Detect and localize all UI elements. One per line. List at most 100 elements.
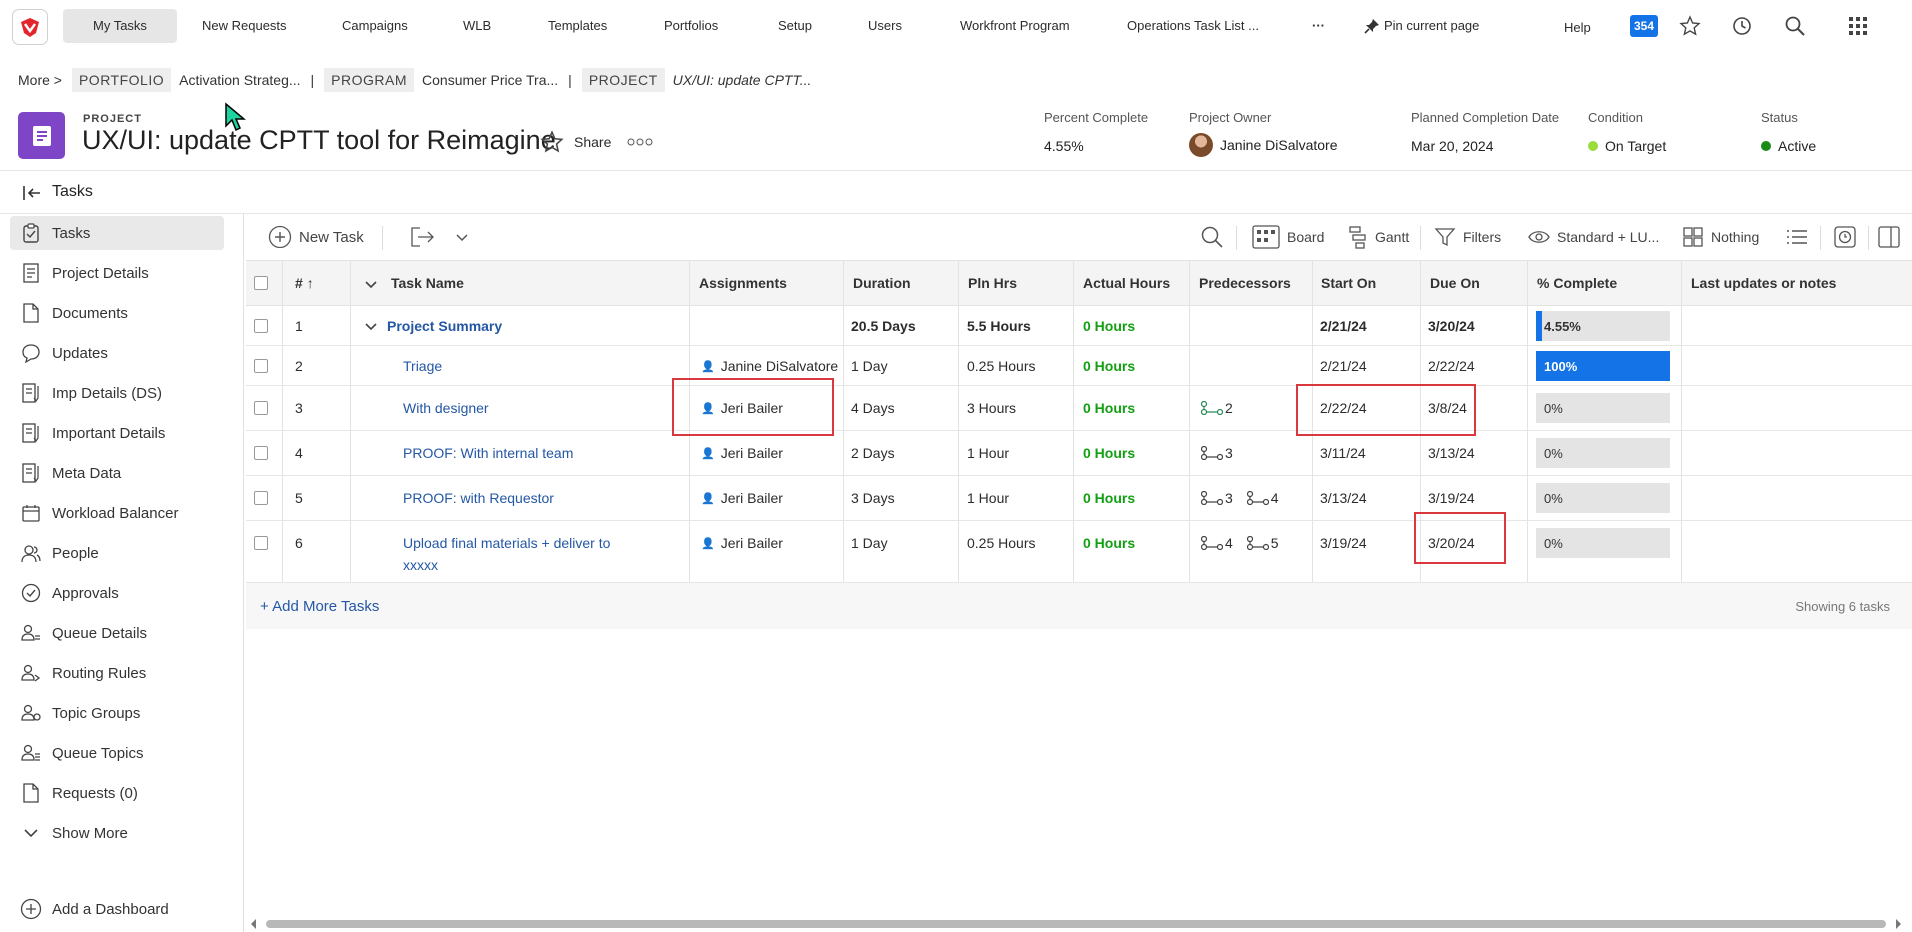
table-row[interactable]: 5 PROOF: with Requestor 👤 Jeri Bailer 3 D… (246, 476, 1912, 521)
table-row[interactable]: 4 PROOF: With internal team 👤 Jeri Bailer… (246, 431, 1912, 476)
sidebar-item-documents[interactable]: Documents (10, 296, 224, 330)
column-header-duration[interactable]: Duration (853, 275, 911, 291)
owner-name[interactable]: Janine DiSalvatore (1220, 137, 1338, 153)
scroll-left-arrow-icon[interactable] (250, 918, 258, 930)
column-header-predecessors[interactable]: Predecessors (1199, 275, 1291, 291)
row-checkbox[interactable] (254, 319, 268, 333)
task-assignee[interactable]: 👤 Jeri Bailer (701, 490, 783, 506)
percent-complete-bar[interactable]: 0% (1536, 393, 1670, 423)
recent-history-icon[interactable] (1729, 13, 1755, 39)
row-checkbox[interactable] (254, 536, 268, 550)
sidebar-item-requests[interactable]: Requests (0) (10, 776, 224, 810)
task-predecessors[interactable]: 4 5 (1201, 535, 1288, 553)
task-predecessors[interactable]: 3 (1201, 445, 1243, 463)
scroll-right-arrow-icon[interactable] (1894, 918, 1902, 930)
sidebar-show-more[interactable]: Show More (10, 816, 224, 850)
collapse-all-chevron-icon[interactable] (364, 279, 378, 291)
nav-wlb[interactable]: WLB (453, 14, 501, 38)
task-start-date[interactable]: 3/13/24 (1320, 490, 1367, 506)
sidebar-item-people[interactable]: People (10, 536, 224, 570)
task-name-link[interactable]: PROOF: With internal team (403, 445, 573, 461)
condition-value[interactable]: On Target (1605, 138, 1666, 154)
column-header-assignments[interactable]: Assignments (699, 275, 787, 291)
column-header-last-updates[interactable]: Last updates or notes (1691, 275, 1836, 291)
task-predecessors[interactable]: 2 (1201, 400, 1243, 418)
breadcrumb-program-link[interactable]: Consumer Price Tra... (422, 72, 558, 88)
percent-complete-bar[interactable]: 0% (1536, 528, 1670, 558)
horizontal-scrollbar[interactable] (266, 920, 1886, 928)
row-checkbox[interactable] (254, 401, 268, 415)
nav-setup[interactable]: Setup (768, 14, 822, 38)
breadcrumb-portfolio-link[interactable]: Activation Strateg... (179, 72, 300, 88)
sidebar-item-topic-groups[interactable]: Topic Groups (10, 696, 224, 730)
percent-complete-bar[interactable]: 0% (1536, 483, 1670, 513)
task-start-date[interactable]: 3/11/24 (1320, 445, 1366, 461)
notification-count-badge[interactable]: 354 (1630, 15, 1658, 37)
app-launcher-grid-icon[interactable] (1845, 13, 1871, 39)
help-link[interactable]: Help (1554, 16, 1601, 40)
task-due-date[interactable]: 2/22/24 (1428, 358, 1475, 374)
favorite-project-star-icon[interactable] (540, 130, 564, 154)
search-icon[interactable] (1782, 13, 1808, 39)
nav-new-requests[interactable]: New Requests (192, 14, 297, 38)
task-due-date[interactable]: 3/19/24 (1428, 490, 1475, 506)
nav-portfolios[interactable]: Portfolios (654, 14, 728, 38)
nav-my-tasks[interactable]: My Tasks (63, 9, 177, 43)
nav-workfront-program[interactable]: Workfront Program (950, 14, 1080, 38)
owner-avatar[interactable] (1189, 133, 1213, 157)
search-tasks-button[interactable] (1200, 224, 1224, 250)
task-name-link[interactable]: Project Summary (387, 318, 502, 334)
task-due-date[interactable]: 3/20/24 (1428, 318, 1475, 334)
task-due-date[interactable]: 3/13/24 (1428, 445, 1475, 461)
pin-current-page-button[interactable]: Pin current page (1354, 14, 1489, 38)
sidebar-item-tasks[interactable]: Tasks (10, 216, 224, 250)
task-start-date[interactable]: 2/21/24 (1320, 358, 1367, 374)
task-predecessors[interactable]: 3 4 (1201, 490, 1288, 508)
task-assignee[interactable]: 👤 Janine DiSalvatore (701, 358, 838, 374)
task-assignee[interactable]: 👤 Jeri Bailer (701, 445, 783, 461)
row-checkbox[interactable] (254, 446, 268, 460)
table-row[interactable]: 6 Upload final materials + deliver to xx… (246, 521, 1912, 583)
list-settings-button[interactable] (1786, 224, 1808, 250)
collapse-chevron-icon[interactable] (364, 321, 378, 333)
task-name-link[interactable]: Triage (403, 358, 442, 374)
nav-more-button[interactable]: ··· (1302, 14, 1335, 38)
column-header-due-on[interactable]: Due On (1430, 275, 1480, 291)
task-name-link[interactable]: PROOF: with Requestor (403, 490, 554, 506)
side-panel-toggle-button[interactable] (1878, 224, 1900, 250)
sidebar-item-workload-balancer[interactable]: Workload Balancer (10, 496, 224, 530)
nav-operations-task-list[interactable]: Operations Task List ... (1117, 14, 1269, 38)
sidebar-item-routing-rules[interactable]: Routing Rules (10, 656, 224, 690)
task-assignee[interactable]: 👤 Jeri Bailer (701, 535, 783, 551)
task-start-date[interactable]: 3/19/24 (1320, 535, 1367, 551)
task-name-link[interactable]: With designer (403, 400, 489, 416)
sidebar-item-important-details[interactable]: Important Details (10, 416, 224, 450)
task-start-date[interactable]: 2/21/24 (1320, 318, 1367, 334)
collapse-sidebar-icon[interactable] (22, 184, 42, 202)
filters-button[interactable]: Filters (1434, 224, 1501, 250)
nav-users[interactable]: Users (858, 14, 912, 38)
table-row[interactable]: 1 Project Summary 20.5 Days 5.5 Hours 0 … (246, 306, 1912, 346)
sidebar-item-queue-details[interactable]: Queue Details (10, 616, 224, 650)
new-task-button[interactable]: New Task (268, 224, 364, 250)
more-options-icon[interactable] (627, 137, 653, 147)
nav-templates[interactable]: Templates (538, 14, 617, 38)
add-dashboard-button[interactable]: Add a Dashboard (10, 892, 224, 926)
column-header-start-on[interactable]: Start On (1321, 275, 1376, 291)
percent-complete-bar[interactable]: 0% (1536, 438, 1670, 468)
share-button[interactable]: Share (574, 134, 611, 150)
gantt-view-button[interactable]: Gantt (1348, 224, 1409, 250)
favorite-star-icon[interactable] (1677, 13, 1703, 39)
percent-complete-bar[interactable]: 100% (1536, 351, 1670, 381)
column-header-percent-complete[interactable]: % Complete (1537, 275, 1617, 291)
board-view-button[interactable]: Board (1252, 224, 1324, 250)
sidebar-item-imp-details-ds[interactable]: Imp Details (DS) (10, 376, 224, 410)
timeline-button[interactable] (1834, 224, 1856, 250)
column-header-pln-hrs[interactable]: Pln Hrs (968, 275, 1017, 291)
column-header-task-name[interactable]: Task Name (391, 275, 464, 291)
add-more-tasks-link[interactable]: + Add More Tasks (260, 598, 379, 615)
table-row[interactable]: 2 Triage 👤 Janine DiSalvatore 1 Day 0.25 … (246, 346, 1912, 386)
task-name-link-continued[interactable]: xxxxx (403, 557, 438, 573)
sidebar-item-project-details[interactable]: Project Details (10, 256, 224, 290)
sidebar-item-meta-data[interactable]: Meta Data (10, 456, 224, 490)
